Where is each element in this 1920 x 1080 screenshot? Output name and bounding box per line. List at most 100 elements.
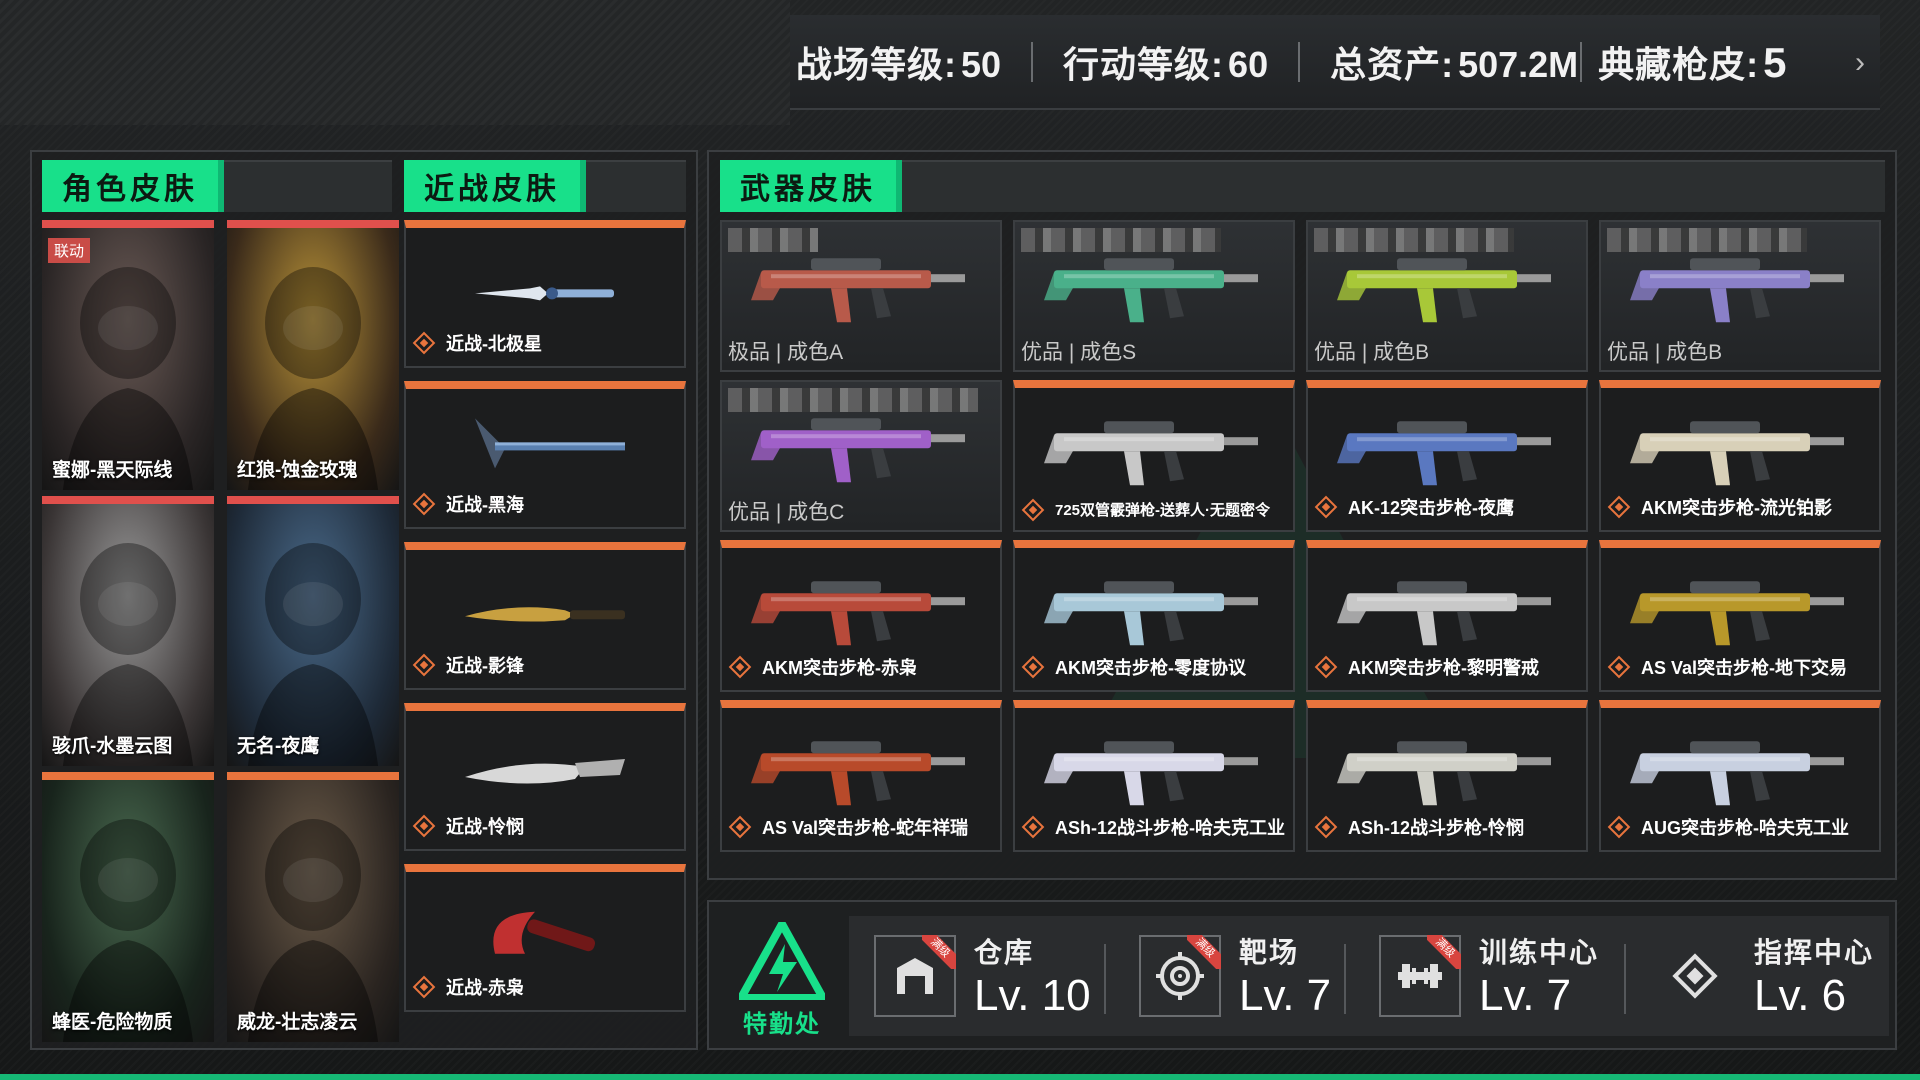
weapon-skin-card[interactable]: AKM突击步枪-黎明警戒 [1306,540,1588,692]
character-portrait [227,504,399,766]
stat-value: 507.2M [1458,43,1579,85]
facility-divider [1104,944,1106,1014]
weapon-skin-card[interactable]: 725双管霰弹枪-送葬人·无题密令 [1013,380,1295,532]
weapon-skin-name: AK-12突击步枪-夜鹰 [1348,498,1515,518]
melee-skins-header: 近战皮肤 [404,160,686,212]
character-portrait [42,228,214,490]
character-skin-card[interactable]: 蜂医-危险物质 [42,772,214,1042]
weapon-skin-card[interactable]: AKM突击步枪-赤枭 [720,540,1002,692]
character-skin-card[interactable]: 威龙-壮志凌云 [227,772,399,1042]
facility-item[interactable]: 指挥中心 Lv. 6 [1654,924,1874,1028]
character-skin-card[interactable]: 联动 蜜娜-黑天际线 [42,220,214,490]
stat-collection-skins: 典藏枪皮: 5 [1598,36,1786,88]
weapon-skin-card[interactable]: AK-12突击步枪-夜鹰 [1306,380,1588,532]
weapon-skin-label: AS Val突击步枪-地下交易 [1607,654,1848,680]
weapon-skin-label: 725双管霰弹枪-送葬人·无题密令 [1021,498,1270,521]
rarity-diamond-icon [1314,815,1338,839]
target-icon: 满级 [1139,935,1221,1017]
melee-skin-card[interactable]: 近战-怜悯 [404,703,686,851]
max-level-badge: 满级 [922,935,956,969]
facility-name: 指挥中心 [1754,937,1875,968]
weapon-skin-card[interactable]: 优品 | 成色B [1306,220,1588,372]
weapon-skin-card[interactable]: 优品 | 成色S [1013,220,1295,372]
melee-skins-title[interactable]: 近战皮肤 [404,160,586,212]
weapon-skins-title[interactable]: 武器皮肤 [720,160,902,212]
weapon-skin-label: ASh-12战斗步枪-哈夫克工业 [1021,814,1286,840]
weapon-skin-card[interactable]: AUG突击步枪-哈夫克工业 [1599,700,1881,852]
melee-skin-card[interactable]: 近战-黑海 [404,381,686,529]
weapon-grade: 极品 | 成色A [728,341,844,364]
character-skin-name: 威龙-壮志凌云 [237,1012,358,1033]
weapon-skin-card[interactable]: 优品 | 成色C [720,380,1002,532]
rarity-diamond-icon [412,492,436,516]
weapon-skin-card[interactable]: 极品 | 成色A [720,220,1002,372]
facility-level: Lv. 10 [974,971,1091,1020]
weapon-skin-name: AS Val突击步枪-地下交易 [1641,658,1848,678]
divider [1298,41,1301,82]
weapon-skin-card[interactable]: ASh-12战斗步枪-怜悯 [1306,700,1588,852]
facility-item[interactable]: 满级 靶场 Lv. 7 [1139,924,1331,1028]
character-portrait [42,780,214,1042]
max-level-label: 满级 [1427,935,1461,969]
rarity-diamond-icon [728,815,752,839]
max-level-badge: 满级 [1187,935,1221,969]
rarity-diamond-icon [728,655,752,679]
top-left-backdrop [0,0,790,125]
weapon-skin-card[interactable]: ASh-12战斗步枪-哈夫克工业 [1013,700,1295,852]
melee-skin-card[interactable]: 近战-赤枭 [404,864,686,1012]
character-skins-title[interactable]: 角色皮肤 [42,160,224,212]
rarity-diamond-icon [1021,655,1045,679]
weapon-skin-card[interactable]: AKM突击步枪-零度协议 [1013,540,1295,692]
melee-skin-name: 近战-影锋 [446,656,524,676]
facility-item[interactable]: 满级 仓库 Lv. 10 [874,924,1091,1028]
weapon-skin-card[interactable]: 优品 | 成色B [1599,220,1881,372]
weapon-grade: 优品 | 成色C [728,501,845,524]
weapon-skin-label: AUG突击步枪-哈夫克工业 [1607,814,1849,840]
weapon-skin-name: ASh-12战斗步枪-怜悯 [1348,818,1525,838]
melee-skin-name: 近战-怜悯 [446,817,524,837]
character-skin-card[interactable]: 骇爪-水墨云图 [42,496,214,766]
character-skin-name: 蜂医-危险物质 [52,1012,173,1033]
weapon-skin-name: AKM突击步枪-流光铂影 [1641,498,1832,518]
melee-skin-card[interactable]: 近战-影锋 [404,542,686,690]
weapon-skin-name: ASh-12战斗步枪-哈夫克工业 [1055,818,1286,838]
stat-total-assets: 总资产: 507.2M [1330,36,1578,88]
facility-divider [1624,944,1626,1014]
weapon-grade: 优品 | 成色B [1607,341,1723,364]
melee-skin-label: 近战-怜悯 [412,813,524,839]
max-level-label: 满级 [922,935,956,969]
character-silhouette-icon [247,267,379,490]
weapon-skin-label: AKM突击步枪-流光铂影 [1607,494,1832,520]
character-portrait [42,504,214,766]
character-skin-card[interactable]: 红狼-蚀金玫瑰 [227,220,399,490]
divider [1031,41,1034,82]
character-skin-name: 红狼-蚀金玫瑰 [237,460,358,481]
divider [1580,41,1583,82]
facility-level: Lv. 7 [1479,971,1572,1020]
rarity-diamond-icon [412,975,436,999]
character-skins-header: 角色皮肤 [42,160,392,212]
character-silhouette-icon [62,267,194,490]
weapon-skin-label: ASh-12战斗步枪-怜悯 [1314,814,1525,840]
weapon-skin-card[interactable]: AKM突击步枪-流光铂影 [1599,380,1881,532]
stat-label: 典藏枪皮: [1598,43,1760,85]
melee-skin-name: 近战-赤枭 [446,978,524,998]
command-icon [1654,935,1736,1017]
facility-name: 靶场 [1239,937,1300,968]
special-ops-logo[interactable]: 特勤处 [727,922,837,1040]
weapon-skin-name: AKM突击步枪-黎明警戒 [1348,658,1539,678]
melee-skin-card[interactable]: 近战-北极星 [404,220,686,368]
weapon-skin-card[interactable]: AS Val突击步枪-地下交易 [1599,540,1881,692]
facility-item[interactable]: 满级 训练中心 Lv. 7 [1379,924,1599,1028]
character-skin-name: 蜜娜-黑天际线 [52,460,173,481]
weapon-skin-label: AKM突击步枪-零度协议 [1021,654,1246,680]
weapon-skin-label: AK-12突击步枪-夜鹰 [1314,494,1515,520]
melee-skin-label: 近战-赤枭 [412,974,524,1000]
chevron-right-icon[interactable]: › [1840,15,1880,110]
weapon-skin-card[interactable]: AS Val突击步枪-蛇年祥瑞 [720,700,1002,852]
weapon-skins-header: 武器皮肤 [720,160,1885,212]
special-ops-logo-label: 特勤处 [743,1011,821,1038]
weapon-grade: 优品 | 成色S [1021,341,1137,364]
warehouse-icon: 满级 [874,935,956,1017]
character-skin-card[interactable]: 无名-夜鹰 [227,496,399,766]
